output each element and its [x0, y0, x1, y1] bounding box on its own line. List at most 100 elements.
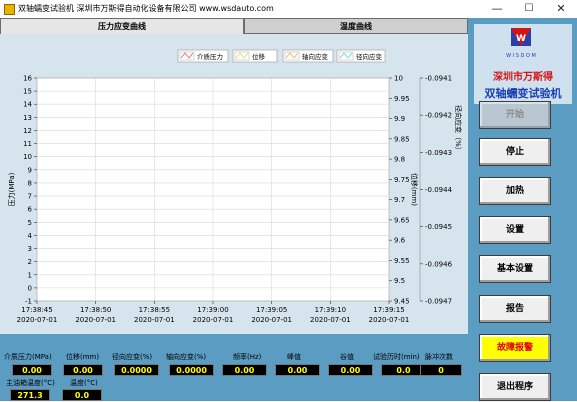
- report-button[interactable]: 报告: [479, 295, 551, 323]
- legend-item: 轴向应变: [282, 49, 334, 63]
- logo-letters: W I S D O M: [506, 53, 536, 59]
- pressure-strain-chart: 介质压力 位移 轴向应变 径向应变 -101234567891011121314151…: [7, 49, 463, 324]
- right1-tick-label: 9.9: [394, 115, 405, 123]
- x-tick-date: 2020-07-01: [310, 316, 351, 324]
- fault-alarm-button[interactable]: 故障报警: [479, 334, 551, 362]
- app-icon: [4, 4, 15, 15]
- right1-tick-label: 9.6: [394, 237, 406, 245]
- stop-button[interactable]: 停止: [479, 138, 551, 166]
- left-tick-label: 13: [23, 114, 32, 122]
- left-tick-label: 9: [28, 166, 32, 174]
- x-tick-time: 17:39:00: [197, 306, 228, 314]
- reading-label-axial-strain: 轴向应变(%): [166, 353, 207, 361]
- legend-label: 轴向应变: [302, 52, 329, 61]
- left-tick-label: 5: [28, 219, 32, 227]
- legend-item: 介质压力: [177, 49, 229, 63]
- legend-item: 位移: [232, 49, 278, 63]
- x-tick-time: 17:39:15: [373, 306, 404, 314]
- legend-label: 介质压力: [197, 52, 223, 61]
- left-tick-label: 2: [28, 258, 32, 266]
- reading-value-oil-temp: 271.3: [10, 389, 50, 401]
- right2-tick-label: -0.0946: [425, 260, 453, 268]
- x-tick-date: 2020-07-01: [193, 316, 234, 324]
- left-tick-label: -1: [25, 298, 32, 306]
- settings-button[interactable]: 设置: [479, 216, 551, 244]
- svg-text:W: W: [516, 34, 526, 44]
- reading-label-duration: 试验历时(min): [373, 353, 420, 361]
- legend-label: 位移: [252, 52, 266, 61]
- chart-frame: 介质压力 位移 轴向应变 径向应变 -1 0 1 2 3 4 5 6 7 8 9 10 11 12 13 14 15 1…: [0, 34, 468, 334]
- company-name: 深圳市万斯得: [493, 72, 553, 83]
- window-title: 双轴蠕变试验机 深圳市万斯得自动化设备有限公司 www.wsdauto.com: [18, 4, 274, 13]
- left-tick-label: 10: [23, 153, 32, 161]
- reading-value-peak: 0.00: [275, 364, 320, 376]
- left-tick-label: 4: [28, 232, 33, 240]
- right2-tick-label: -0.0943: [425, 149, 452, 157]
- right2-tick-label: -0.0945: [425, 223, 452, 231]
- x-tick-time: 17:38:50: [80, 306, 111, 314]
- reading-label-oil-temp: 主油箱温度(°C): [6, 379, 55, 387]
- x-tick-date: 2020-07-01: [134, 316, 175, 324]
- right1-tick-label: 9.45: [394, 298, 410, 306]
- reading-value-displacement: 0.00: [63, 364, 103, 376]
- left-tick-label: 7: [28, 193, 32, 201]
- reading-value-axial-strain: 0.0000: [169, 364, 214, 376]
- right2-tick-label: -0.0941: [425, 75, 452, 83]
- right1-tick-label: 9.5: [394, 277, 405, 285]
- left-tick-label: 1: [28, 271, 32, 279]
- close-button[interactable]: ✕: [545, 0, 577, 18]
- left-tick-label: 15: [23, 88, 32, 96]
- x-tick-time: 17:39:10: [315, 306, 346, 314]
- right2-tick-label: -0.0942: [425, 112, 452, 120]
- control-panel: W W I S D O M 深圳市万斯得 双轴蠕变试验机 开始 停止 加热 设置…: [468, 18, 577, 401]
- reading-value-valley: 0.00: [328, 364, 373, 376]
- reading-value-pressure: 0.00: [12, 364, 52, 376]
- tab-pressure-strain[interactable]: 压力应变曲线: [0, 18, 244, 34]
- x-tick-date: 2020-07-01: [251, 316, 292, 324]
- reading-label-frequency: 频率(Hz): [233, 353, 262, 361]
- brand-panel: W W I S D O M 深圳市万斯得 双轴蠕变试验机: [474, 24, 572, 104]
- readings-panel: 介质压力(MPa) 0.00 位移(mm) 0.00 径向应变(%) 0.000…: [0, 334, 468, 401]
- main-panel: 压力应变曲线 温度曲线 介质压力 位移 轴向应变 径向应变 -1 0 1 2 3 4 5 6 7 8 9 1…: [0, 18, 468, 401]
- minimize-button[interactable]: —: [481, 0, 513, 18]
- right2-tick-label: -0.0947: [425, 298, 452, 306]
- right1-tick-label: 9.7: [394, 196, 405, 204]
- left-tick-label: 0: [28, 284, 32, 292]
- reading-value-radial-strain: 0.0000: [114, 364, 159, 376]
- right1-axis-label: 位移(mm): [410, 173, 419, 206]
- left-axis-label: 压力(MPa): [7, 172, 16, 206]
- reading-label-pressure: 介质压力(MPa): [4, 353, 52, 361]
- window-titlebar: 双轴蠕变试验机 深圳市万斯得自动化设备有限公司 www.wsdauto.com …: [0, 0, 577, 19]
- exit-button[interactable]: 退出程序: [479, 373, 551, 401]
- heat-button[interactable]: 加热: [479, 177, 551, 205]
- basic-settings-button[interactable]: 基本设置: [479, 255, 551, 283]
- start-button[interactable]: 开始: [479, 101, 551, 129]
- reading-label-pulse-count: 脉冲次数: [425, 353, 453, 361]
- maximize-button[interactable]: ☐: [513, 0, 545, 18]
- reading-label-radial-strain: 径向应变(%): [112, 353, 153, 361]
- reading-value-temperature: 0.0: [62, 389, 102, 401]
- x-tick-date: 2020-07-01: [369, 316, 410, 324]
- left-tick-label: 8: [28, 179, 32, 187]
- right1-tick-label: 9.95: [394, 95, 410, 103]
- x-tick-time: 17:38:55: [139, 306, 170, 314]
- reading-value-frequency: 0.00: [222, 364, 267, 376]
- right1-tick-label: 10: [394, 75, 403, 83]
- left-tick-label: 11: [23, 140, 32, 148]
- chart-legend: 介质压力 位移 轴向应变 径向应变: [177, 49, 386, 63]
- company-logo: W W I S D O M: [506, 28, 536, 59]
- tab-temperature[interactable]: 温度曲线: [244, 18, 468, 34]
- reading-value-pulse-count: 0: [420, 364, 462, 376]
- reading-label-temperature: 温度(°C): [70, 379, 98, 387]
- x-tick-date: 2020-07-01: [75, 316, 116, 324]
- left-tick-label: 12: [23, 127, 32, 135]
- left-tick-label: 16: [23, 75, 32, 83]
- right2-axis-label: 径向应变（%）: [454, 105, 463, 154]
- x-tick-time: 17:38:45: [21, 306, 52, 314]
- right1-tick-label: 9.8: [394, 156, 405, 164]
- right1-tick-label: 9.75: [394, 176, 410, 184]
- right1-tick-label: 9.55: [394, 257, 410, 265]
- legend-label: 径向应变: [356, 52, 383, 61]
- right2-tick-label: -0.0944: [425, 186, 453, 194]
- right1-tick-label: 9.85: [394, 135, 410, 143]
